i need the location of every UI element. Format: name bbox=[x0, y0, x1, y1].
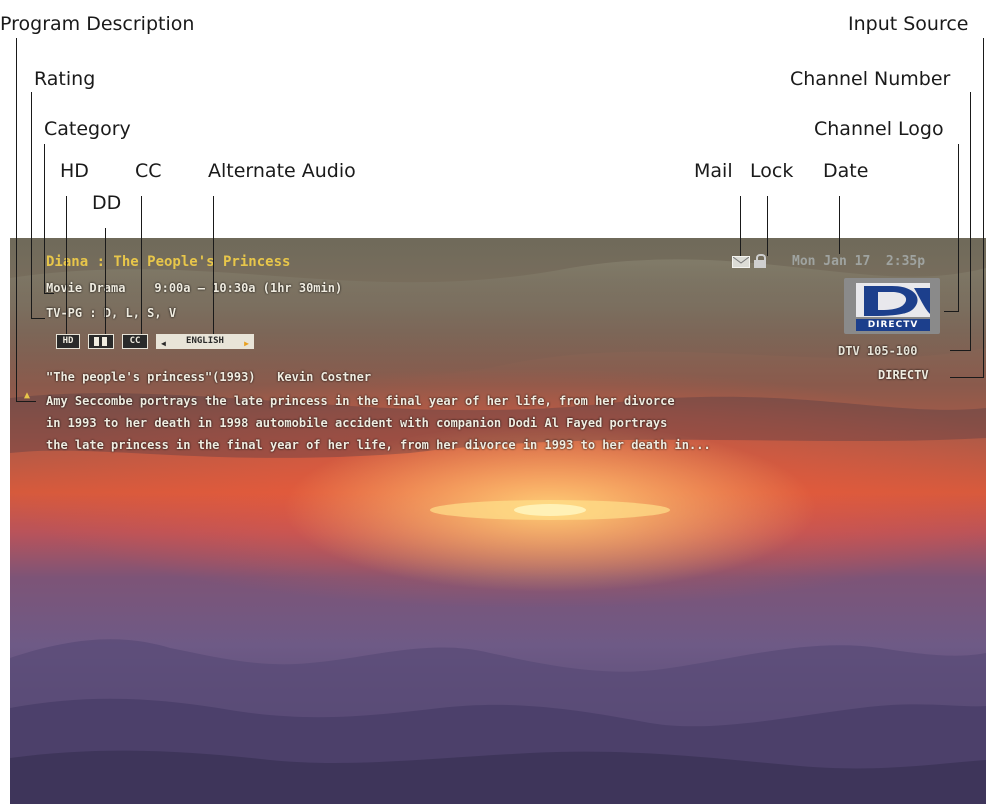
label-rating: Rating bbox=[34, 68, 96, 90]
audio-right-arrow-icon: ▶ bbox=[244, 339, 249, 348]
leader-program-description bbox=[16, 38, 17, 402]
leader-rating bbox=[31, 92, 32, 319]
label-program-description: Program Description bbox=[0, 13, 195, 35]
label-alternate-audio: Alternate Audio bbox=[208, 160, 356, 182]
logo-text: DIRECTV bbox=[856, 319, 930, 331]
program-subtitle: "The people's princess"(1993) Kevin Cost… bbox=[46, 370, 372, 384]
label-mail: Mail bbox=[694, 160, 733, 182]
audio-badge[interactable]: ◀ ENGLISH ▶ bbox=[156, 334, 254, 349]
dd-badge bbox=[88, 334, 114, 349]
leader-hd bbox=[66, 196, 67, 334]
leader-channel-logo bbox=[958, 144, 959, 312]
label-channel-number: Channel Number bbox=[790, 68, 951, 90]
description-line-3: the late princess in the final year of h… bbox=[46, 438, 711, 452]
program-title: Diana : The People's Princess bbox=[46, 254, 291, 270]
label-date: Date bbox=[823, 160, 869, 182]
leader-channel-logo-h bbox=[944, 311, 959, 312]
description-line-1: Amy Seccombe portrays the late princess … bbox=[46, 394, 675, 408]
label-channel-logo: Channel Logo bbox=[814, 118, 944, 140]
leader-channel-number-h bbox=[950, 350, 971, 351]
leader-cc bbox=[141, 196, 142, 334]
leader-lock bbox=[767, 196, 768, 256]
leader-channel-number bbox=[970, 92, 971, 351]
leader-input-source-h bbox=[950, 377, 984, 378]
leader-dd bbox=[105, 228, 106, 334]
cc-badge: CC bbox=[122, 334, 148, 349]
label-lock: Lock bbox=[750, 160, 794, 182]
tv-screen: Diana : The People's Princess Movie Dram… bbox=[10, 238, 986, 804]
label-input-source: Input Source bbox=[848, 13, 969, 35]
dd-icon bbox=[94, 337, 99, 346]
channel-logo: DIRECTV bbox=[844, 278, 940, 334]
label-cc: CC bbox=[135, 160, 162, 182]
leader-rating-h bbox=[31, 318, 45, 319]
category-time: Movie Drama 9:00a – 10:30a (1hr 30min) bbox=[46, 281, 343, 295]
leader-program-description-h bbox=[16, 401, 36, 402]
date-time: Mon Jan 17 2:35p bbox=[792, 254, 926, 269]
mountain-silhouettes bbox=[10, 639, 986, 804]
badge-row: HD CC ◀ ENGLISH ▶ bbox=[56, 334, 296, 350]
mail-icon bbox=[732, 256, 750, 268]
scroll-up-arrow-icon[interactable]: ▲ bbox=[24, 390, 30, 401]
leader-input-source bbox=[983, 38, 984, 378]
leader-category-h bbox=[44, 293, 54, 294]
label-hd: HD bbox=[60, 160, 89, 182]
input-source: DIRECTV bbox=[878, 368, 929, 382]
leader-category bbox=[44, 144, 45, 294]
label-category: Category bbox=[44, 118, 131, 140]
description-line-2: in 1993 to her death in 1998 automobile … bbox=[46, 416, 668, 430]
audio-language: ENGLISH bbox=[186, 336, 224, 346]
hd-badge: HD bbox=[56, 334, 80, 349]
leader-date bbox=[839, 196, 840, 254]
channel-number: DTV 105-100 bbox=[838, 344, 918, 358]
leader-mail bbox=[740, 196, 741, 256]
lock-icon bbox=[754, 254, 766, 268]
label-dd: DD bbox=[92, 192, 122, 214]
leader-alternate-audio bbox=[213, 196, 214, 334]
audio-left-arrow-icon: ◀ bbox=[161, 339, 166, 348]
